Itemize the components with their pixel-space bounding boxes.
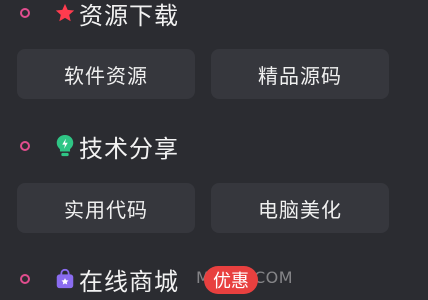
discount-badge: 优惠 [204, 266, 258, 294]
section-title: 在线商城 [79, 267, 179, 296]
section-header-tech-sharing: 技术分享 [20, 129, 179, 163]
pink-ring-bullet-icon [20, 8, 30, 18]
red-star-icon [54, 2, 76, 24]
section-title: 技术分享 [79, 134, 179, 163]
green-lightbulb-icon [54, 135, 76, 157]
section-header-online-shop[interactable]: 在线商城 [20, 262, 179, 296]
useful-code-button[interactable]: 实用代码 [17, 183, 195, 233]
purple-shopping-bag-icon [54, 268, 76, 290]
desktop-beautify-button[interactable]: 电脑美化 [211, 183, 389, 233]
pink-ring-bullet-icon [20, 141, 30, 151]
pink-ring-bullet-icon [20, 274, 30, 284]
section-title: 资源下载 [79, 1, 179, 30]
premium-source-code-button[interactable]: 精品源码 [211, 49, 389, 99]
section-header-downloads: 资源下载 [20, 0, 179, 30]
software-resources-button[interactable]: 软件资源 [17, 49, 195, 99]
